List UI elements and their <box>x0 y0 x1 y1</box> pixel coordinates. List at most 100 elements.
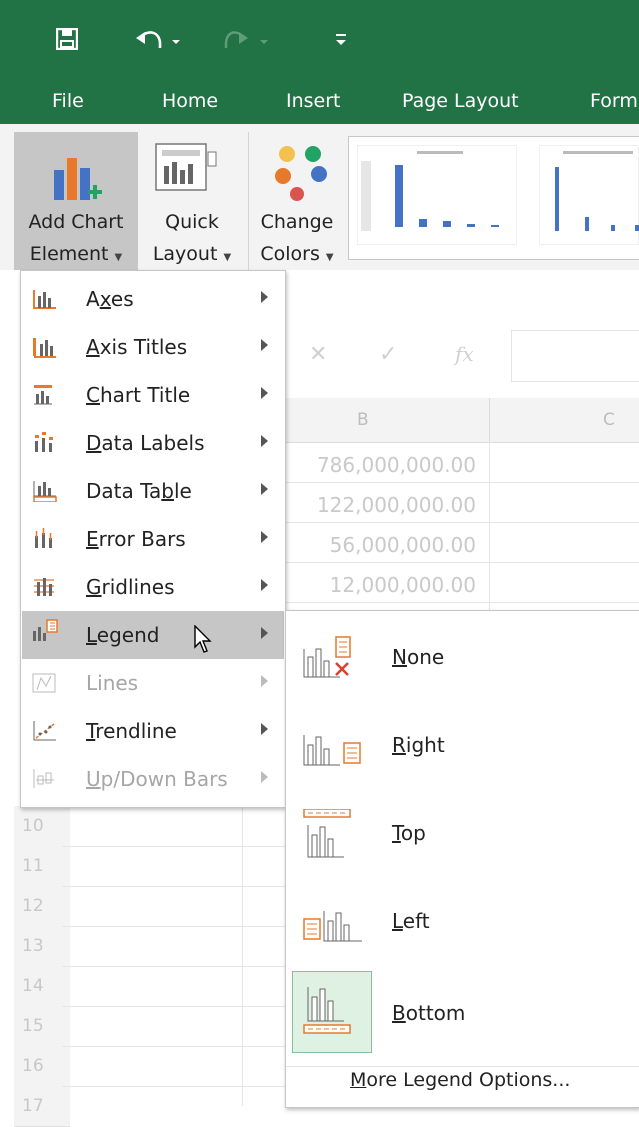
row-header[interactable]: 12 <box>14 886 70 927</box>
column-headers: B C <box>285 398 639 443</box>
chevron-right-icon <box>261 387 268 399</box>
menu-item-label: Data Table <box>86 479 192 503</box>
quick-layout-icon <box>155 143 217 191</box>
chevron-right-icon <box>261 483 268 495</box>
change-colors-label-2: Colors <box>260 243 320 265</box>
menu-item-data-table[interactable]: Data Table <box>22 467 284 515</box>
cell-value[interactable]: 12,000,000.00 <box>290 573 476 597</box>
tab-file[interactable]: File <box>52 90 84 112</box>
change-colors-button[interactable]: Change Colors ▼ <box>248 132 345 270</box>
error-bars-icon <box>35 528 52 548</box>
submenu-item-label: Top <box>392 821 426 845</box>
chart-styles-gallery[interactable] <box>348 136 639 260</box>
ribbon-tabs: File Home Insert Page Layout Form <box>0 82 639 124</box>
up-down-bars-icon <box>33 769 54 788</box>
row-header[interactable]: 10 <box>14 806 70 847</box>
tab-page-layout[interactable]: Page Layout <box>402 90 519 112</box>
undo-icon[interactable] <box>136 28 184 52</box>
menu-item-data-labels[interactable]: Data Labels <box>22 419 284 467</box>
add-chart-element-icon <box>54 158 102 200</box>
redo-icon[interactable] <box>224 28 272 52</box>
legend-top-option[interactable]: Top <box>286 791 639 877</box>
insert-function-icon: fx <box>455 342 474 366</box>
chevron-right-icon <box>261 531 268 543</box>
data-labels-icon <box>35 432 53 452</box>
legend-submenu: None Right Top Left Bottom More Legend O… <box>285 610 639 1108</box>
tab-home[interactable]: Home <box>162 90 218 112</box>
axis-titles-icon <box>33 338 56 358</box>
chevron-right-icon <box>261 771 268 783</box>
customize-qat-icon[interactable] <box>334 32 348 48</box>
chart-title-icon <box>34 385 52 405</box>
mnemonic-underline: R <box>392 733 406 757</box>
tab-insert[interactable]: Insert <box>286 90 341 112</box>
chevron-right-icon <box>261 627 268 639</box>
legend-right-option[interactable]: Right <box>286 703 639 789</box>
menu-item-axis-titles[interactable]: Axis Titles <box>22 323 284 371</box>
add-chart-label: Add Chart <box>28 211 124 233</box>
mnemonic-underline: G <box>86 575 102 599</box>
submenu-divider <box>286 1066 639 1067</box>
legend-left-icon <box>303 911 362 942</box>
submenu-item-label: None <box>392 645 445 669</box>
menu-item-label: Axes <box>86 287 134 311</box>
chevron-right-icon <box>261 339 268 351</box>
tab-formulas[interactable]: Form <box>590 90 638 112</box>
row-header[interactable]: 14 <box>14 966 70 1007</box>
row-header[interactable]: 13 <box>14 926 70 967</box>
menu-item-label: Gridlines <box>86 575 175 599</box>
ribbon: Add Chart Element ▼ Quick Layout ▼ Chang <box>0 124 639 271</box>
menu-item-chart-title[interactable]: Chart Title <box>22 371 284 419</box>
menu-item-up-down-bars: Up/Down Bars <box>22 755 284 803</box>
legend-right-icon <box>303 735 361 766</box>
more-legend-options[interactable]: More Legend Options... <box>350 1069 570 1091</box>
enter-icon: ✓ <box>379 342 398 367</box>
row-header[interactable]: 17 <box>14 1086 70 1127</box>
add-chart-element-button[interactable]: Add Chart Element ▼ <box>14 132 138 270</box>
legend-icon <box>33 619 58 641</box>
menu-item-error-bars[interactable]: Error Bars <box>22 515 284 563</box>
add-chart-label-2: Element <box>29 243 109 265</box>
mnemonic-underline: T <box>392 821 401 845</box>
menu-item-legend[interactable]: Legend <box>22 611 284 659</box>
menu-item-label: Legend <box>86 623 160 647</box>
mnemonic-underline: E <box>86 527 99 551</box>
save-icon[interactable] <box>56 28 78 50</box>
quick-layout-label-2: Layout <box>152 243 218 265</box>
cell-value[interactable]: 786,000,000.00 <box>290 453 476 477</box>
formula-input[interactable] <box>511 330 639 382</box>
mnemonic-underline: b <box>161 479 174 503</box>
data-table-icon <box>33 481 57 502</box>
legend-top-icon <box>303 809 351 858</box>
column-header-b[interactable]: B <box>357 410 369 430</box>
menu-item-label: Chart Title <box>86 383 191 407</box>
chevron-right-icon <box>261 675 268 687</box>
menu-item-label: Axis Titles <box>86 335 188 359</box>
chart-style-thumbnail-2[interactable] <box>539 145 639 245</box>
chevron-right-icon <box>261 579 268 591</box>
legend-none-option[interactable]: None <box>286 615 639 701</box>
legend-left-option[interactable]: Left <box>286 879 639 965</box>
chevron-right-icon <box>261 723 268 735</box>
chart-style-thumbnail-1[interactable] <box>357 145 517 245</box>
row-header[interactable]: 11 <box>14 846 70 887</box>
color-palette-icon <box>275 146 327 201</box>
legend-bottom-option[interactable]: Bottom <box>286 971 639 1057</box>
menu-item-gridlines[interactable]: Gridlines <box>22 563 284 611</box>
menu-item-trendline[interactable]: Trendline <box>22 707 284 755</box>
formula-bar: ✕ ✓ fx <box>285 330 639 382</box>
submenu-item-label: Right <box>392 733 445 757</box>
row-header[interactable]: 16 <box>14 1046 70 1087</box>
mnemonic-underline: L <box>86 623 97 647</box>
quick-layout-label: Quick <box>165 211 219 233</box>
menu-item-axes[interactable]: Axes <box>22 275 284 323</box>
chevron-down-icon: ▼ <box>223 252 232 263</box>
gridlines-icon <box>34 578 54 596</box>
mnemonic-underline: M <box>350 1069 367 1091</box>
quick-layout-button[interactable]: Quick Layout ▼ <box>140 132 244 270</box>
row-header[interactable]: 15 <box>14 1006 70 1047</box>
cell-value[interactable]: 122,000,000.00 <box>290 493 476 517</box>
column-header-c[interactable]: C <box>603 410 615 430</box>
mouse-cursor-icon <box>194 625 212 653</box>
cell-value[interactable]: 56,000,000.00 <box>290 533 476 557</box>
